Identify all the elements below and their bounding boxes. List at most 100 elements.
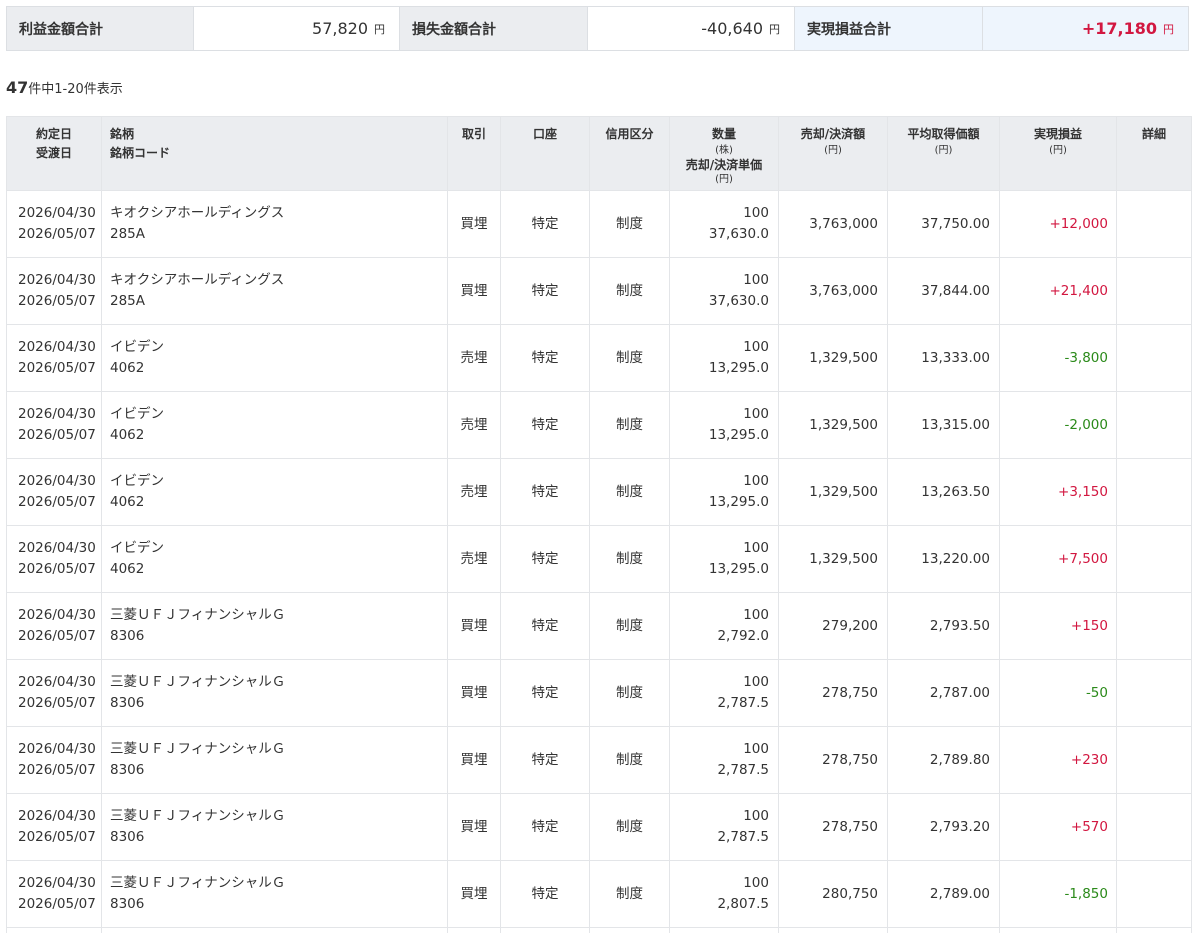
stock-code: 8306 xyxy=(110,628,145,644)
table-row[interactable]: 2026/04/30 2026/05/07 三菱ＵＦＪフィナンシャルＧ 8306 買埋 特… xyxy=(6,592,1192,660)
cell-trade: 売埋 xyxy=(447,525,501,593)
realized-pl: -1,850 xyxy=(1064,885,1108,902)
table-row[interactable]: 2026/04/30 2026/05/07 三菱ＵＦＪフィナンシャルＧ 8306 買埋 特… xyxy=(6,659,1192,727)
cell-realized-pl: +570 xyxy=(999,793,1117,861)
settle-date: 2026/05/07 xyxy=(18,695,96,711)
quantity: 100 xyxy=(743,473,769,489)
account-type: 特定 xyxy=(531,684,559,701)
stock-name-link[interactable]: キオクシアホールディングス xyxy=(110,205,284,221)
cell-stock: 三菱ＵＦＪフィナンシャルＧ 8306 xyxy=(101,793,448,861)
settle-date: 2026/05/07 xyxy=(18,427,96,443)
cell-realized-pl: -2,000 xyxy=(999,391,1117,459)
table-row[interactable]: 2026/04/30 2026/05/07 三菱ＵＦＪフィナンシャルＧ 8306 買埋 特… xyxy=(6,860,1192,928)
cell-detail[interactable] xyxy=(1116,324,1192,392)
cell-detail[interactable] xyxy=(1116,659,1192,727)
table-row[interactable]: 2026/04/30 2026/05/07 イビデン 4062 売埋 特定 制度 100 13,… xyxy=(6,324,1192,392)
col-header-stock: 銘柄 銘柄コード xyxy=(101,116,448,191)
realized-pl: +3,150 xyxy=(1058,483,1108,500)
col-header-avg-cost-label: 平均取得価額 xyxy=(907,127,980,141)
unit-price: 2,787.5 xyxy=(717,762,769,778)
cell-stock: イビデン 4062 xyxy=(101,458,448,526)
cell-detail[interactable] xyxy=(1116,391,1192,459)
cell-account: 特定 xyxy=(500,391,590,459)
trade-date: 2026/04/30 xyxy=(18,607,96,623)
table-row[interactable]: 2026/04/30 2026/05/07 三菱ＵＦＪフィナンシャルＧ 8306 買埋 特… xyxy=(6,793,1192,861)
cell-detail[interactable] xyxy=(1116,190,1192,258)
cell-amount: 280,750 xyxy=(778,860,888,928)
cell-realized-pl: +12,000 xyxy=(999,190,1117,258)
stock-name-link[interactable]: キオクシアホールディングス xyxy=(110,272,284,288)
avg-cost: 37,750.00 xyxy=(921,215,990,232)
cell-detail[interactable] xyxy=(1116,592,1192,660)
cell-avg-cost: 13,220.00 xyxy=(887,525,1000,593)
cell-detail[interactable] xyxy=(1116,257,1192,325)
settle-date: 2026/05/07 xyxy=(18,896,96,912)
table-row[interactable]: 2026/04/30 2026/05/07 キオクシアホールディングス 285A 買埋 特… xyxy=(6,190,1192,258)
cell-avg-cost: 13,263.50 xyxy=(887,458,1000,526)
col-header-avg-cost: 平均取得価額 (円) xyxy=(887,116,1000,191)
cell-account: 特定 xyxy=(500,458,590,526)
stock-code: 8306 xyxy=(110,762,145,778)
credit-type: 制度 xyxy=(616,282,643,299)
stock-name-link[interactable]: イビデン xyxy=(110,473,164,489)
table-row[interactable]: 2026/04/30 2026/05/07 キオクシアホールディングス 285A 買埋 特… xyxy=(6,257,1192,325)
trade-date: 2026/04/30 xyxy=(18,674,96,690)
stock-name-link[interactable]: イビデン xyxy=(110,540,164,556)
cell-realized-pl: -3,800 xyxy=(999,324,1117,392)
stock-name-link[interactable]: イビデン xyxy=(110,406,164,422)
stock-code: 285A xyxy=(110,226,146,242)
stock-code: 4062 xyxy=(110,561,145,577)
cell-avg-cost: 2,793.50 xyxy=(887,592,1000,660)
table-header-row: 約定日 受渡日 銘柄 銘柄コード 取引 口座 信用区分 数量 (株) 売却/決済… xyxy=(6,116,1192,191)
cell-realized-pl: +150 xyxy=(999,592,1117,660)
cell-detail[interactable] xyxy=(1116,525,1192,593)
settlement-amount: 279,200 xyxy=(822,617,878,634)
cell-qty-price: 100 2,787.5 xyxy=(669,659,779,727)
stock-name-link[interactable]: 三菱ＵＦＪフィナンシャルＧ xyxy=(110,674,285,690)
col-header-qty-price: 数量 (株) 売却/決済単価 (円) xyxy=(669,116,779,191)
account-type: 特定 xyxy=(531,885,559,902)
realized-total-unit: 円 xyxy=(1163,22,1174,36)
stock-name-link[interactable]: 三菱ＵＦＪフィナンシャルＧ xyxy=(110,808,285,824)
cell-dates: 2026/04/30 2026/05/07 xyxy=(6,391,102,459)
table-row[interactable]: 2026/04/30 2026/05/07 イビデン 4062 売埋 特定 制度 100 13,… xyxy=(6,525,1192,593)
cell-dates: 2026/04/30 2026/05/07 xyxy=(6,525,102,593)
cell-detail[interactable] xyxy=(1116,726,1192,794)
col-header-dates: 約定日 受渡日 xyxy=(6,116,102,191)
quantity: 100 xyxy=(743,205,769,221)
quantity: 100 xyxy=(743,540,769,556)
cell-dates: 2026/04/30 2026/05/07 xyxy=(6,324,102,392)
cell-trade: 買埋 xyxy=(447,659,501,727)
stock-name-link[interactable]: イビデン xyxy=(110,339,164,355)
trade-type: 買埋 xyxy=(460,282,488,299)
stock-name-link[interactable]: 三菱ＵＦＪフィナンシャルＧ xyxy=(110,875,285,891)
stock-code: 4062 xyxy=(110,494,145,510)
stock-name-link[interactable]: 三菱ＵＦＪフィナンシャルＧ xyxy=(110,607,285,623)
cell-qty-price: 100 2,807.5 xyxy=(669,860,779,928)
account-type: 特定 xyxy=(531,416,559,433)
cell-credit: 制度 xyxy=(589,525,670,593)
cell-trade: 買埋 xyxy=(447,860,501,928)
cell-detail[interactable] xyxy=(1116,458,1192,526)
cell-credit: 制度 xyxy=(589,458,670,526)
account-type: 特定 xyxy=(531,818,559,835)
avg-cost: 37,844.00 xyxy=(921,282,990,299)
table-row[interactable]: 2026/04/30 2026/05/07 イビデン 4062 売埋 特定 制度 100 13,… xyxy=(6,391,1192,459)
account-type: 特定 xyxy=(531,215,559,232)
stock-code: 8306 xyxy=(110,829,145,845)
table-row[interactable]: 2026/04/30 2026/05/07 イビデン 4062 売埋 特定 制度 100 13,… xyxy=(6,458,1192,526)
table-row[interactable]: 2026/04/30 2026/05/07 三菱ＵＦＪフィナンシャルＧ 8306 買埋 特… xyxy=(6,726,1192,794)
cell-stock: イビデン 4062 xyxy=(101,391,448,459)
cell-amount: 278,750 xyxy=(778,659,888,727)
cell-avg-cost: 13,315.00 xyxy=(887,391,1000,459)
settle-date: 2026/05/07 xyxy=(18,226,96,242)
cell-dates: 2026/04/30 2026/05/07 xyxy=(6,793,102,861)
cell-detail[interactable] xyxy=(1116,793,1192,861)
unit-price: 13,295.0 xyxy=(708,561,769,577)
realized-pl: +7,500 xyxy=(1058,550,1108,567)
col-header-amount-unit: (円) xyxy=(824,145,842,156)
stock-name-link[interactable]: 三菱ＵＦＪフィナンシャルＧ xyxy=(110,741,285,757)
cell-empty xyxy=(447,927,501,933)
quantity: 100 xyxy=(743,607,769,623)
cell-detail[interactable] xyxy=(1116,860,1192,928)
